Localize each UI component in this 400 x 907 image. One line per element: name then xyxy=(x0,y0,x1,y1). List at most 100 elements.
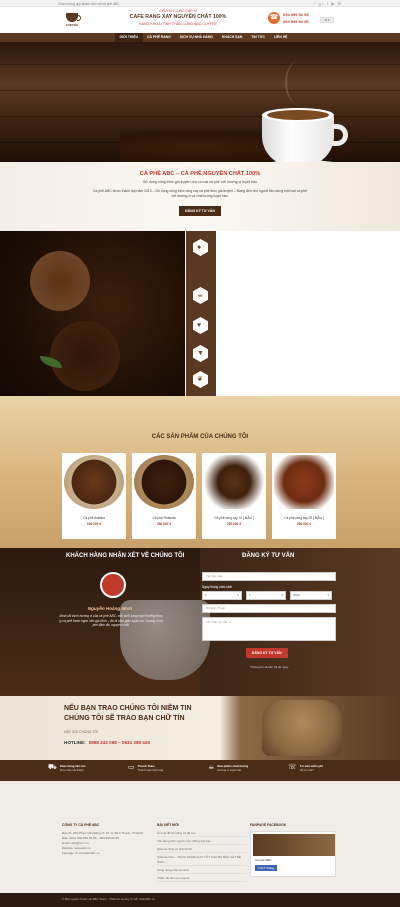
product-name[interactable]: Cà phê Arabica xyxy=(62,516,126,520)
testimonial-quote: Mình rất thích hương vị của cà phê ABC, … xyxy=(59,614,163,628)
copyright-text: © Bản quyền thuộc về ABC Team - Thiết kế… xyxy=(62,897,156,901)
fb-page-name[interactable]: Cà phê ABC xyxy=(255,858,272,862)
footer-company: CÔNG TY CÀ PHÊ ABC Địa chỉ: 269 Phạm Văn… xyxy=(62,823,147,856)
hotline-numbers[interactable]: 094 999 92 95 094 999 92 95 xyxy=(283,11,309,25)
product-price: 156.209 đ xyxy=(86,522,102,526)
coffee-cup-icon xyxy=(66,13,81,22)
month-select[interactable]: 1 xyxy=(246,591,286,600)
testimonial-name: Nguyễn Hoàng Minh xyxy=(87,606,133,611)
product-name[interactable]: Cà phê Robusta xyxy=(132,516,196,520)
hotline[interactable]: HOTLINE: 0968 243 068 – 0931 389 626 xyxy=(64,740,150,745)
phone-number-1[interactable]: 094 999 92 95 xyxy=(283,11,309,18)
facebook-widget[interactable]: Cà phê ABC Thích Trang xyxy=(250,831,336,877)
slogan-bottom: RANG KHOẢI TINH THẦN CÙNG ABC COFFEE xyxy=(139,22,217,26)
post-link[interactable]: Quả cà chua – THỰC PHẨM CỰC TỐT CHO BÀ B… xyxy=(157,855,247,866)
copyright-bar: © Bản quyền thuộc về ABC Team - Thiết kế… xyxy=(0,893,400,907)
footer: CÔNG TY CÀ PHÊ ABC Địa chỉ: 269 Phạm Văn… xyxy=(0,781,400,893)
avatar xyxy=(100,572,126,598)
product-price: 250.000 đ xyxy=(226,522,242,526)
product-card[interactable]: Cà phê rang xay 02 [ MẪU ] 250.000 đ xyxy=(272,453,336,539)
services-strip: ⛟ Giao hàng tận nơi Free ship nội thành ▭… xyxy=(0,760,400,781)
logo-text: COFFEE xyxy=(65,23,79,27)
phone-icon: ☎ xyxy=(268,12,280,24)
service-item-support: ☏ Tư vấn miễn phí Hỗ trợ 24/7 xyxy=(288,764,323,772)
main-nav: GIỚI THIỆU CÀ PHÊ RANG DỊCH VỤ NHÀ HÀNG … xyxy=(0,33,400,42)
products-section: CÁC SẢN PHẨM CỦA CHÚNG TÔI Cà phê Arabic… xyxy=(0,396,400,548)
service-item-payment: ▭ Thanh Toán Thanh toán linh hoạt xyxy=(128,764,164,772)
product-card[interactable]: Cà phê rang xay 01 [ MẪU ] 250.000 đ xyxy=(202,453,266,539)
footer-posts: BÀI VIẾT MỚI Ăn loại đồ ăn uống cà độ lư… xyxy=(157,823,247,884)
intro-subtitle: Sử dụng công thức gia truyền cho ra loại… xyxy=(142,180,258,184)
post-link[interactable]: Tác dụng kinh người của những loại hạt xyxy=(157,839,247,845)
hero-banner xyxy=(0,42,400,162)
product-name[interactable]: Cà phê rang xay 02 [ MẪU ] xyxy=(272,516,336,520)
year-select[interactable]: 2000 xyxy=(290,591,332,600)
header: COFFEE CHUYÊN CUNG CẤP SỈ CAFE RANG XAY … xyxy=(0,7,400,33)
footer-company-title: CÔNG TY CÀ PHÊ ABC xyxy=(62,823,100,827)
day-select[interactable]: 1 xyxy=(202,591,242,600)
truck-icon: ⛟ xyxy=(48,764,57,771)
language-select[interactable]: VI ▾ xyxy=(320,17,334,23)
trust-title: NẾU BẠN TRAO CHÚNG TÔI NIỀM TIN CHÚNG TÔ… xyxy=(64,705,192,722)
post-link[interactable]: Ăn loại đồ ăn uống cà độ lưu xyxy=(157,831,247,837)
coffee-bag-image xyxy=(262,700,342,756)
slogan: CHUYÊN CUNG CẤP SỈ CAFE RANG XAY NGUYÊN … xyxy=(118,9,238,26)
top-bar: Chào mừng quý khách đến với cà phê ABC f… xyxy=(0,0,400,7)
social-icons[interactable]: f g+ t ▶ ✉ xyxy=(314,1,342,6)
cup-icon: ☕ xyxy=(208,764,215,771)
footer-facebook: FANPAGE FACEBOOK Cà phê ABC Thích Trang xyxy=(250,823,340,877)
card-icon: ▭ xyxy=(128,764,135,771)
fb-like-button[interactable]: Thích Trang xyxy=(255,865,278,871)
nav-item-restaurant[interactable]: DỊCH VỤ NHÀ HÀNG xyxy=(175,33,217,42)
submit-consult-button[interactable]: ĐĂNG KÝ TƯ VẤN xyxy=(246,648,288,658)
trust-section: NẾU BẠN TRAO CHÚNG TÔI NIỀM TIN CHÚNG TÔ… xyxy=(0,696,400,760)
headset-icon: ☏ xyxy=(288,764,297,771)
product-card[interactable]: Cà phê Robusta 250.000 đ xyxy=(132,453,196,539)
form-note: *Chúng tôi sẽ liên hệ lại ngay xyxy=(249,665,289,669)
intro-title: CÀ PHÊ ABC – CÀ PHÊ NGUYÊN CHẤT 100% xyxy=(139,171,261,177)
product-price: 250.000 đ xyxy=(156,522,172,526)
intro-section: CÀ PHÊ ABC – CÀ PHÊ NGUYÊN CHẤT 100% Sử … xyxy=(0,162,400,231)
message-textarea[interactable]: Lời nhắn từ của, ví... xyxy=(202,617,336,641)
page: Chào mừng quý khách đến với cà phê ABC f… xyxy=(0,0,400,907)
post-link[interactable]: Công dụng của trà xanh xyxy=(157,868,247,874)
nav-item-about[interactable]: GIỚI THIỆU xyxy=(115,33,143,42)
coffee-cup-image xyxy=(120,600,210,680)
intro-description: Cà phê ABC được thành lập năm 2013 – Sử … xyxy=(93,189,307,198)
nav-item-coffee[interactable]: CÀ PHÊ RANG xyxy=(143,33,176,42)
post-link[interactable]: Quả cà chua có phải là tốt xyxy=(157,847,247,853)
product-name[interactable]: Cà phê rang xay 01 [ MẪU ] xyxy=(202,516,266,520)
product-image[interactable] xyxy=(274,455,334,509)
name-input[interactable]: Tên bạn bạn xyxy=(202,572,336,581)
nav-item-news[interactable]: TIN TỨC xyxy=(247,33,270,42)
contact-form: Tên bạn bạn Ngày tháng năm sinh 1 1 2000… xyxy=(202,572,336,669)
product-image[interactable] xyxy=(64,455,124,509)
nav-item-hotel[interactable]: KHÁCH SẠN xyxy=(217,33,246,42)
service-item-shipping: ⛟ Giao hàng tận nơi Free ship nội thành xyxy=(48,764,86,772)
service-item-quality: ☕ Sản phẩm chất lượng Hương vị tuyệt hảo xyxy=(208,764,249,772)
coffee-bowls-image xyxy=(0,231,185,396)
testimonial-contact-section: KHÁCH HÀNG NHẬN XÉT VỀ CHÚNG TÔI ĐĂNG KÝ… xyxy=(0,548,400,696)
post-link[interactable]: Chăm tốt cho mọi người xyxy=(157,876,247,882)
nav-item-contact[interactable]: LIÊN HỆ xyxy=(270,33,292,42)
product-price: 250.000 đ xyxy=(296,522,312,526)
logo[interactable]: COFFEE xyxy=(60,8,84,32)
footer-fb-title: FANPAGE FACEBOOK xyxy=(250,823,287,827)
slogan-top: CHUYÊN CUNG CẤP SỈ xyxy=(159,9,197,13)
slogan-main: CAFE RANG XAY NGUYÊN CHẤT 100% xyxy=(129,14,227,20)
features-section: ● ☕ ♥ ▼ ❦ xyxy=(0,231,400,396)
products-title: CÁC SẢN PHẨM CỦA CHÚNG TÔI xyxy=(151,434,249,440)
welcome-text: Chào mừng quý khách đến với cà phê ABC xyxy=(58,1,120,6)
testimonial-title: KHÁCH HÀNG NHẬN XÉT VỀ CHÚNG TÔI xyxy=(66,553,185,559)
steam-image xyxy=(285,60,315,105)
product-image[interactable] xyxy=(204,455,264,509)
product-image[interactable] xyxy=(134,455,194,509)
register-consult-button[interactable]: ĐĂNG KÝ TƯ VẤN xyxy=(179,206,221,216)
dob-label: Ngày tháng năm sinh xyxy=(202,585,233,589)
call-us-text: HÃY GỌI CHÚNG TÔI xyxy=(64,730,98,734)
phone-number-2[interactable]: 094 999 92 95 xyxy=(283,18,309,25)
contact-title: ĐĂNG KÝ TƯ VẤN xyxy=(242,553,295,559)
phone-input[interactable]: Số Điện Thoại xyxy=(202,604,336,613)
footer-posts-title: BÀI VIẾT MỚI xyxy=(157,823,179,827)
product-card[interactable]: Cà phê Arabica 156.209 đ xyxy=(62,453,126,539)
